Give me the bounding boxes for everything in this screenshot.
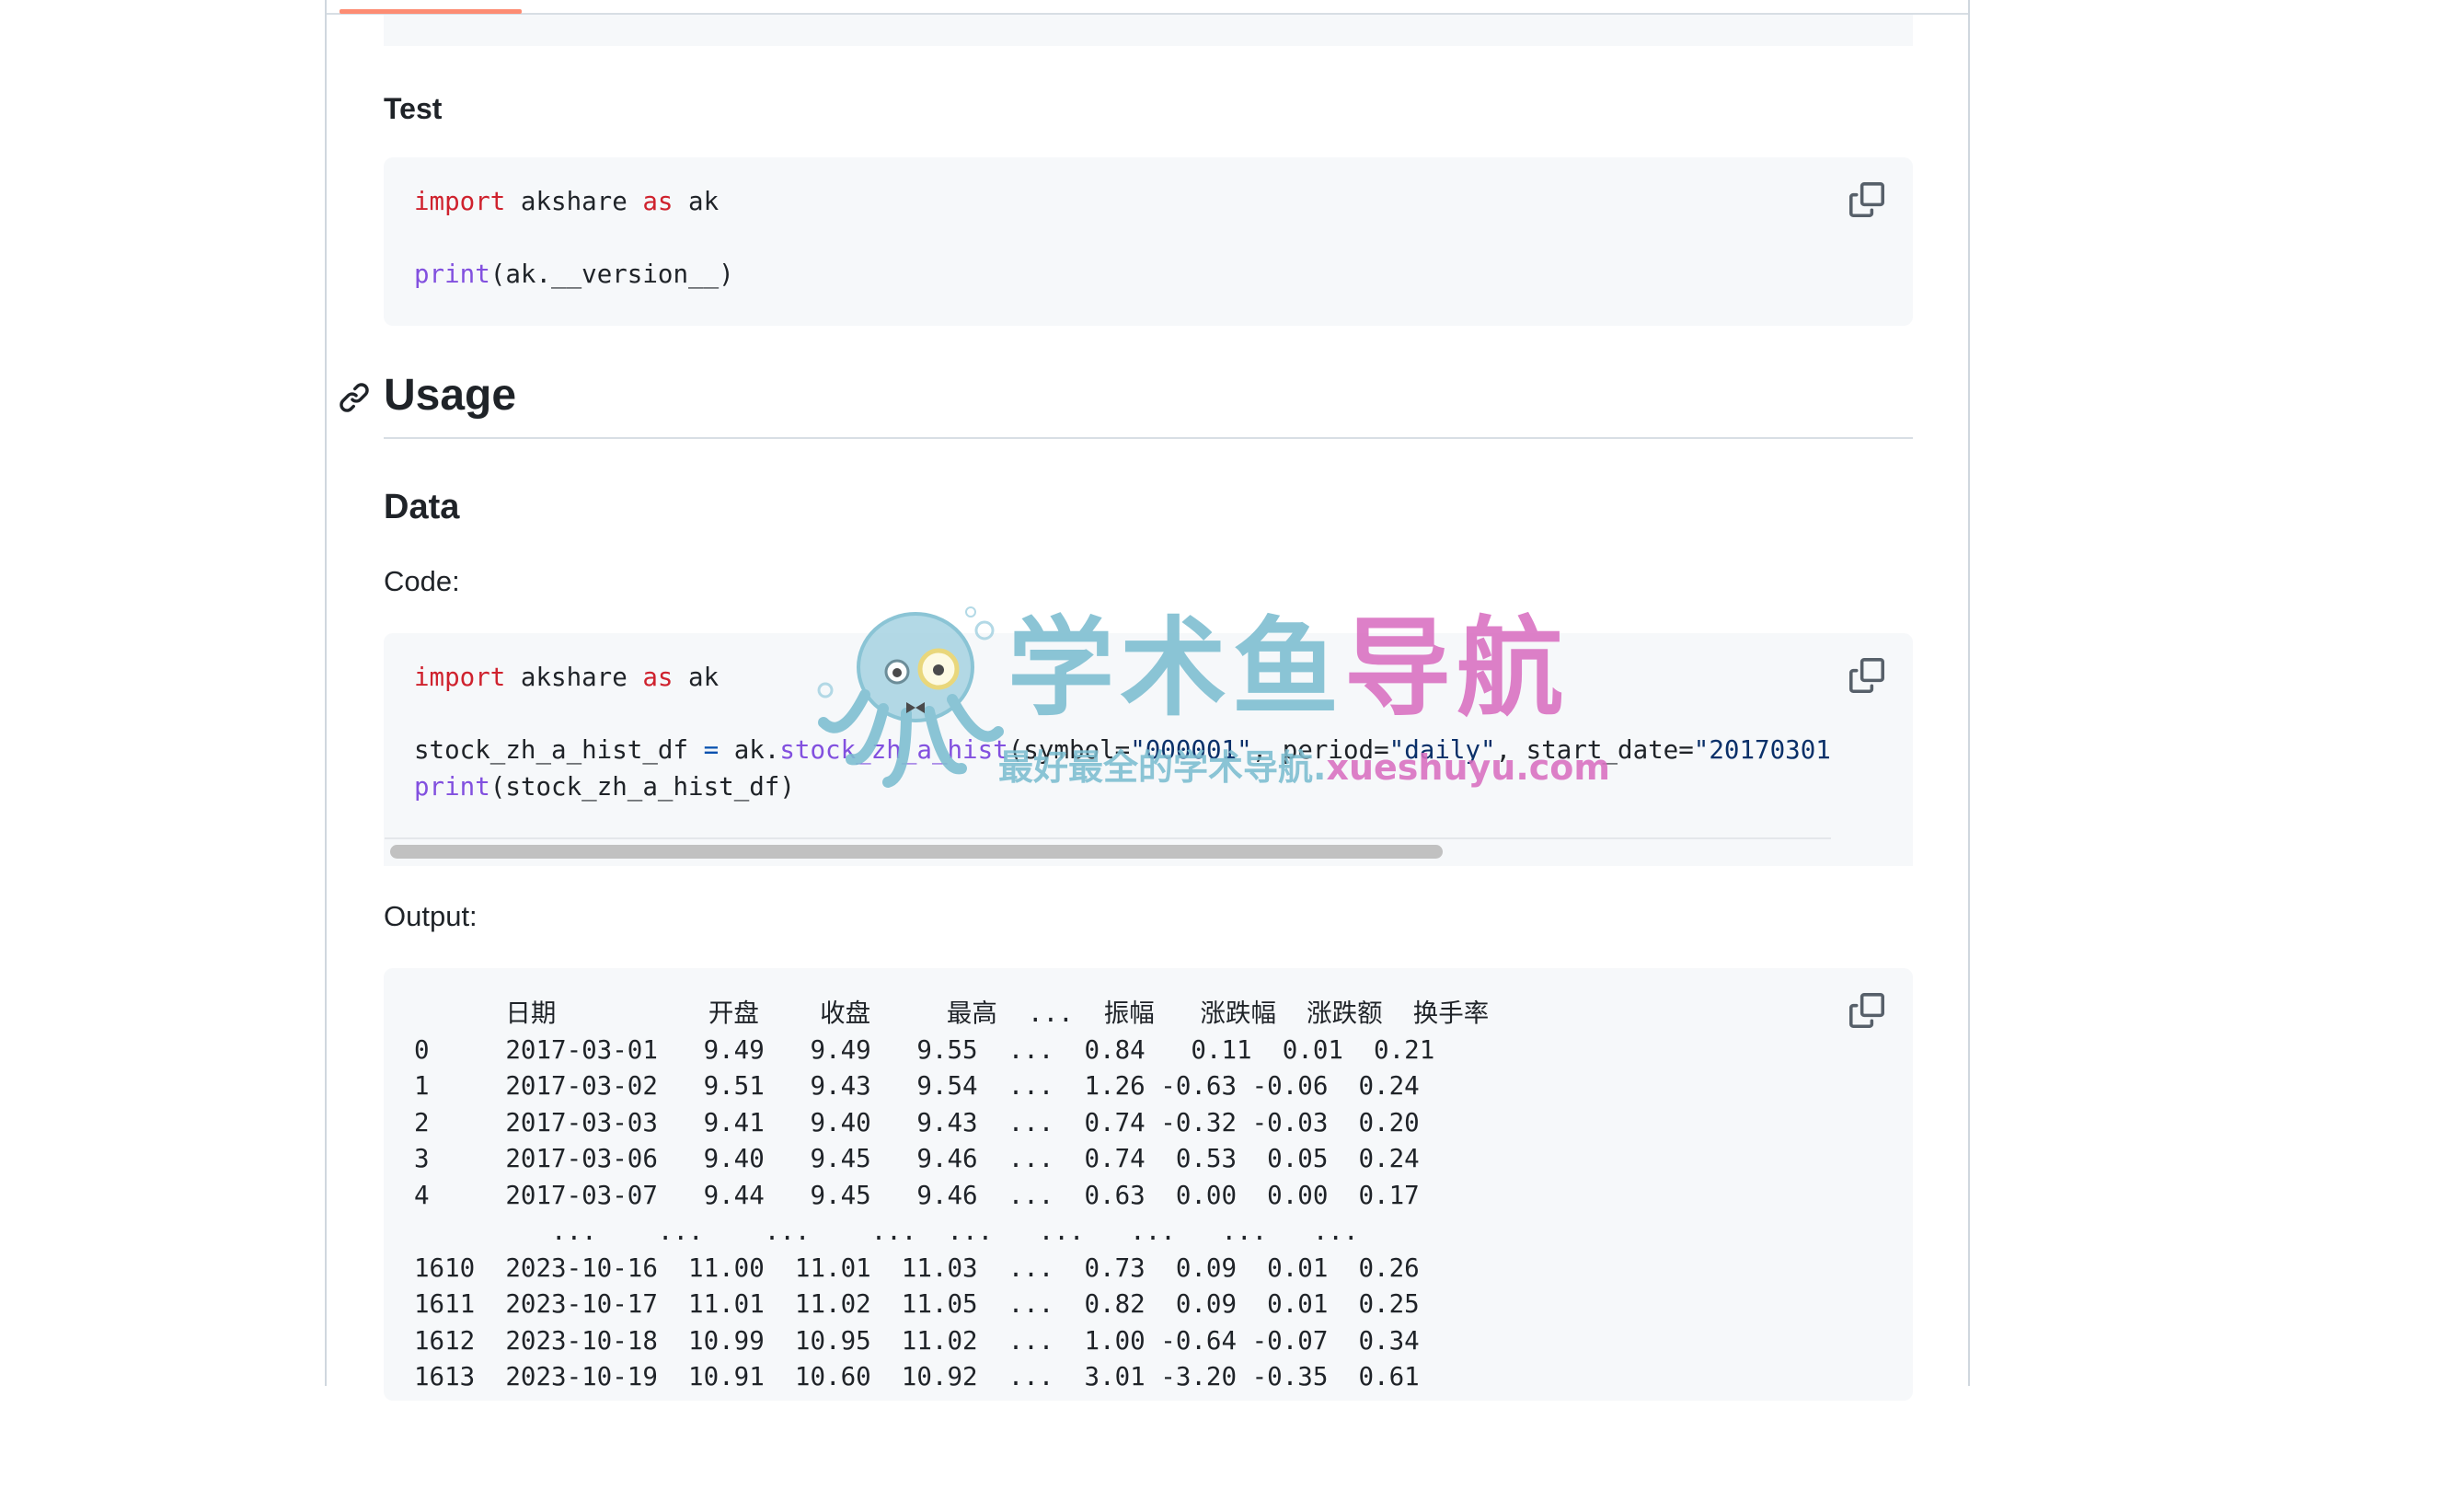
copy-icon[interactable] [1849, 993, 1884, 1028]
output-line: 1612 2023-10-18 10.99 10.95 11.02 ... 1.… [414, 1325, 1420, 1356]
output-line: 1611 2023-10-17 11.01 11.02 11.05 ... 0.… [414, 1289, 1420, 1319]
copy-icon[interactable] [1849, 658, 1884, 693]
code-token: = [703, 735, 720, 765]
output-line: 2 2017-03-03 9.41 9.40 9.43 ... 0.74 -0.… [414, 1107, 1420, 1137]
watermark-title: 学术鱼导航 [1007, 605, 1569, 733]
copy-icon[interactable] [1849, 182, 1884, 217]
output-line: 日期 开盘 收盘 最高 ... 振幅 涨跌幅 涨跌额 换手率 [414, 998, 1490, 1028]
watermark-subtitle-part: xueshuyu.com [1326, 747, 1610, 788]
output-line: ... ... ... ... ... ... ... ... ... [414, 1217, 1359, 1246]
code-token: ak [673, 663, 720, 692]
code-token: import [414, 663, 506, 692]
code-label: Code: [384, 565, 460, 597]
code-token: import [414, 187, 506, 216]
code-token: akshare [505, 187, 643, 216]
scrollbar-thumb[interactable] [390, 845, 1443, 859]
output-line: 1610 2023-10-16 11.00 11.01 11.03 ... 0.… [414, 1252, 1420, 1283]
output-text: 日期 开盘 收盘 最高 ... 振幅 涨跌幅 涨跌额 换手率 0 2017-03… [414, 996, 1489, 1396]
code-token: print [414, 260, 490, 289]
code-token: as [642, 663, 674, 692]
watermark-title-part: 学术鱼 [1007, 606, 1344, 731]
output-line: 3 2017-03-06 9.40 9.45 9.46 ... 0.74 0.5… [414, 1144, 1420, 1173]
heading-usage: Usage [384, 371, 517, 420]
code-block-test: import akshare as ak print(ak.__version_… [384, 157, 1913, 326]
horizontal-scrollbar[interactable] [385, 837, 1831, 863]
output-line: 0 2017-03-01 9.49 9.49 9.55 ... 0.84 0.1… [414, 1034, 1435, 1065]
heading-data: Data [384, 488, 460, 526]
code-block-output: 日期 开盘 收盘 最高 ... 振幅 涨跌幅 涨跌额 换手率 0 2017-03… [384, 968, 1913, 1401]
output-line: 1 2017-03-02 9.51 9.43 9.54 ... 1.26 -0.… [414, 1071, 1420, 1101]
code-token: "20170301" [1693, 735, 1830, 765]
output-line: 4 2017-03-07 9.44 9.45 9.46 ... 0.63 0.0… [414, 1180, 1420, 1210]
watermark: 学术鱼导航 最好最全的学术导航.xueshuyu.com [814, 603, 1679, 796]
code-token: as [642, 187, 674, 216]
output-line: 1613 2023-10-19 10.91 10.60 10.92 ... 3.… [414, 1362, 1420, 1391]
previous-code-block [384, 15, 1913, 46]
heading-divider [384, 437, 1913, 439]
link-icon[interactable] [338, 381, 371, 414]
code-token: print [414, 771, 490, 802]
output-label: Output: [384, 900, 478, 932]
code-token: ak. [719, 735, 780, 765]
code-test: import akshare as ak print(ak.__version_… [414, 184, 734, 294]
code-token: (ak.__version__) [489, 260, 734, 289]
code-token: akshare [505, 663, 643, 692]
code-token: ak [673, 187, 720, 216]
code-token: stock_zh_a_hist_df [414, 735, 704, 765]
watermark-subtitle: 最好最全的学术导航.xueshuyu.com [998, 739, 1610, 790]
octopus-mascot-icon [817, 606, 1004, 788]
watermark-subtitle-part: 最好最全的学术导航. [998, 747, 1327, 788]
active-tab-indicator[interactable] [340, 9, 522, 14]
code-token: (stock_zh_a_hist_df) [489, 771, 795, 802]
heading-test: Test [384, 92, 443, 125]
watermark-title-part: 导航 [1344, 606, 1569, 731]
